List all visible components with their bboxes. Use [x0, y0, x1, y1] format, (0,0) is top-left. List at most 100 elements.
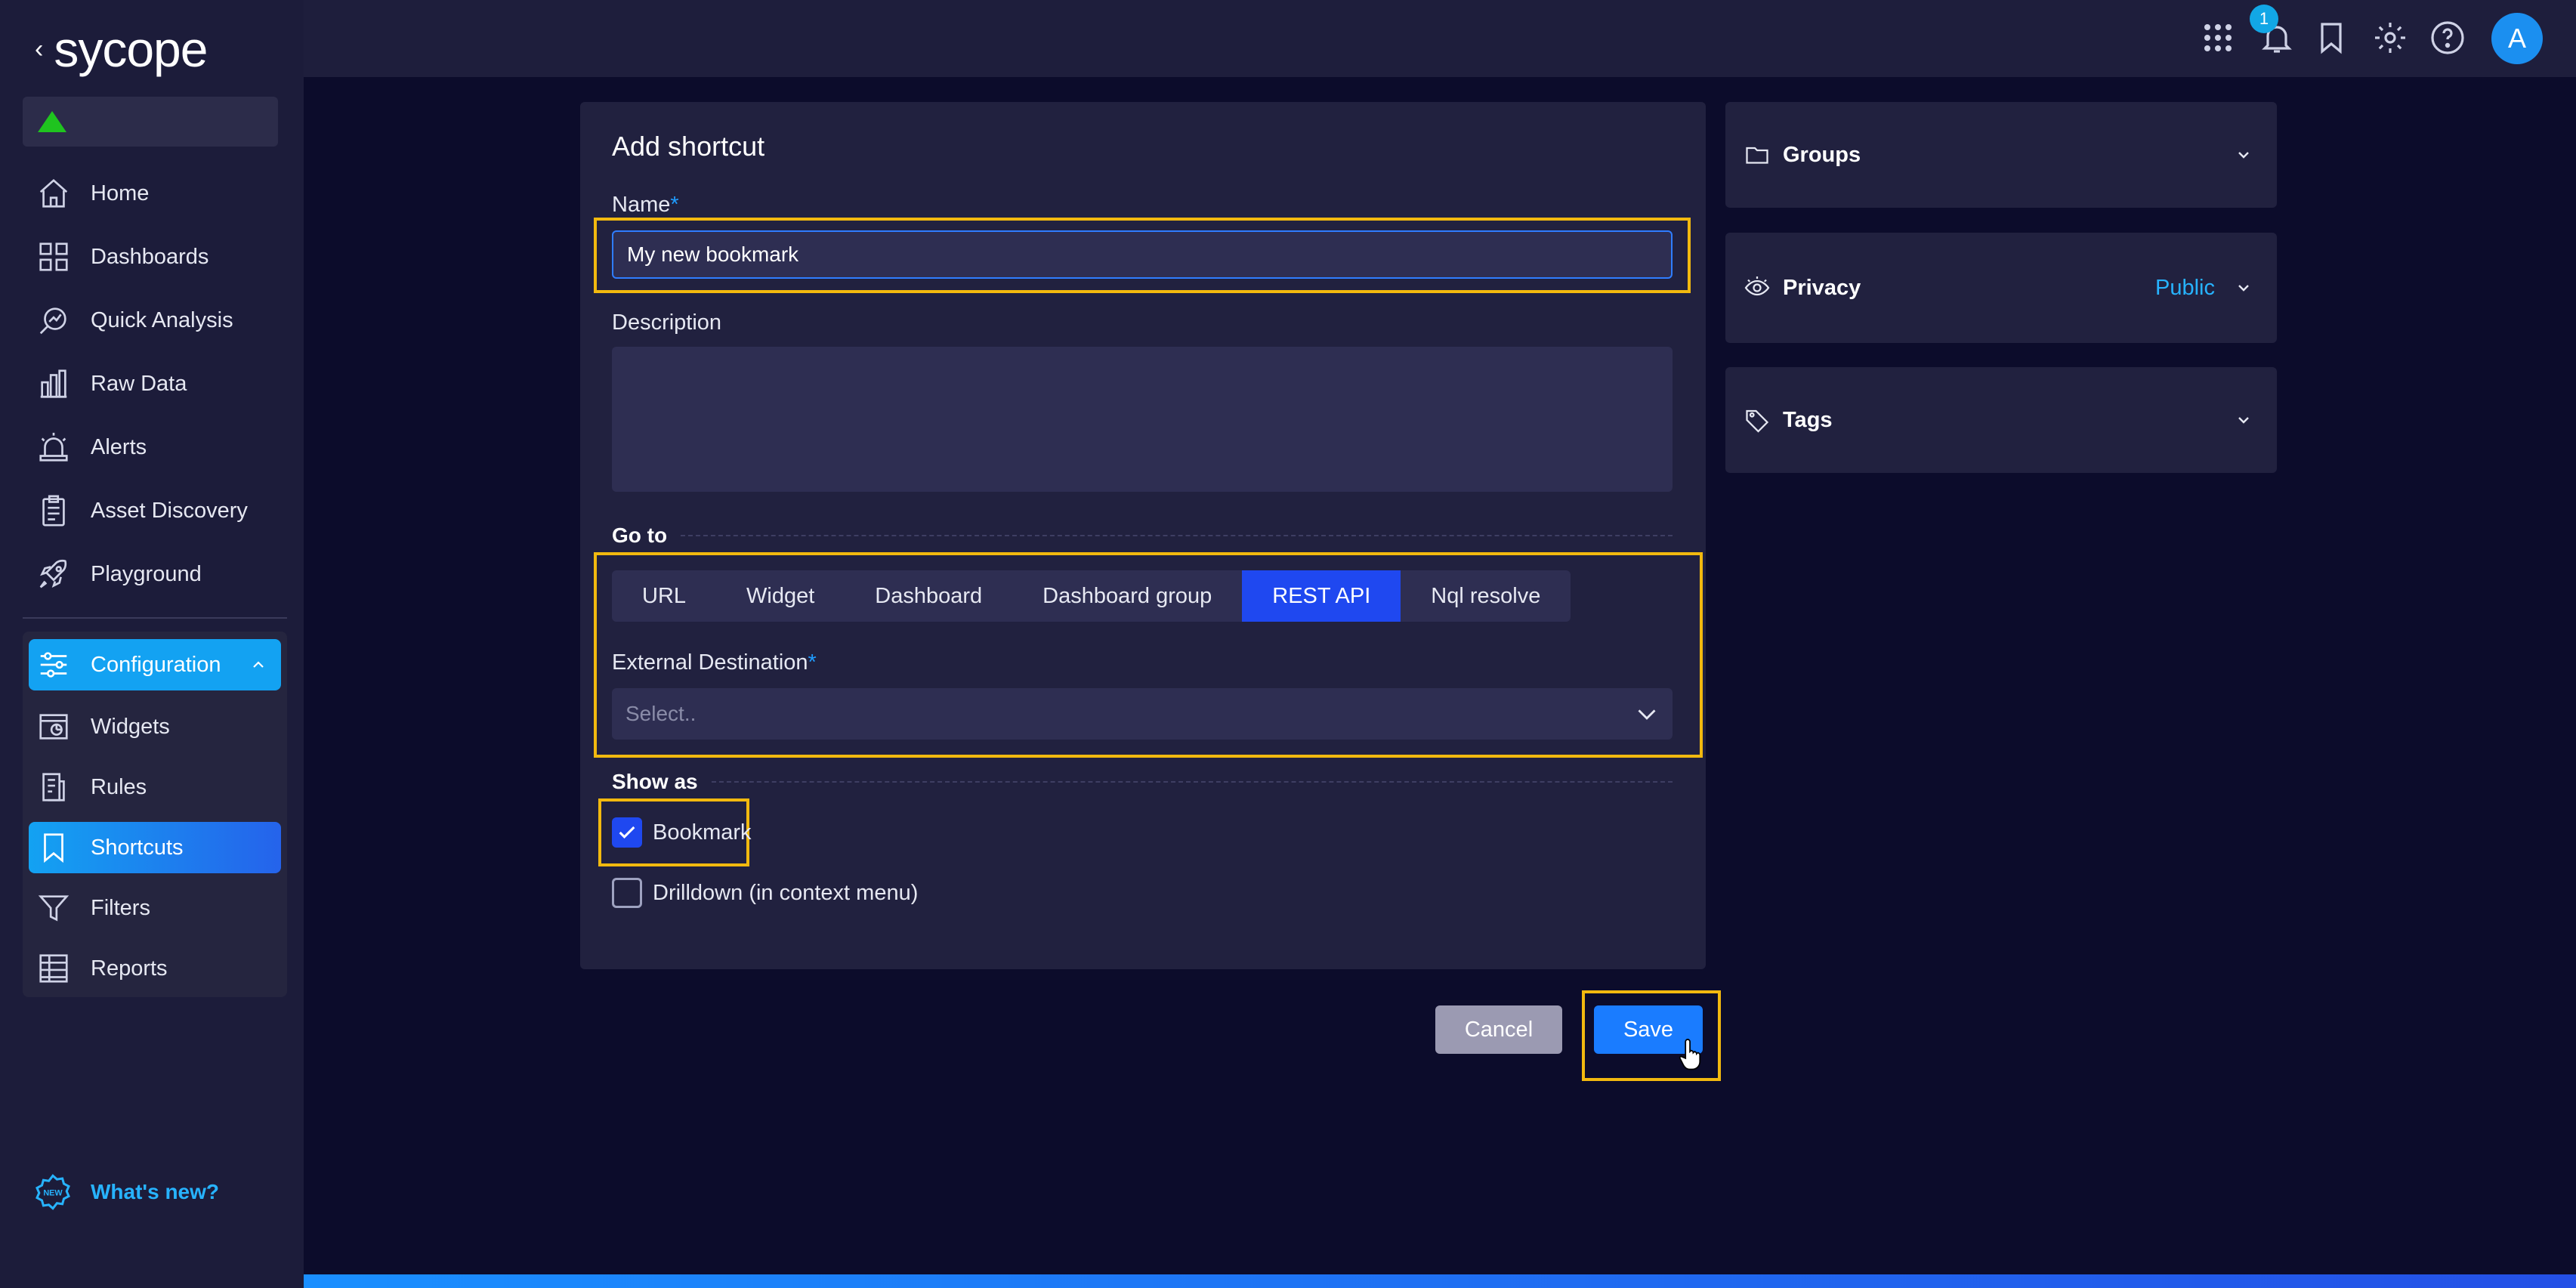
svg-text:NEW: NEW [43, 1188, 63, 1197]
bookmark-icon [44, 833, 63, 863]
name-input[interactable]: My new bookmark [612, 230, 1673, 279]
sidebar-item-dashboards[interactable]: Dashboards [23, 225, 287, 289]
groups-panel[interactable]: Groups [1725, 102, 2277, 208]
help-icon[interactable] [2429, 20, 2466, 56]
sycope-logo[interactable]: ‹ sycope [35, 21, 208, 77]
sidebar-item-label: Asset Discovery [91, 498, 248, 523]
sidebar-item-home[interactable]: Home [23, 162, 287, 225]
configuration-group: Configuration Widgets Rules Shortcuts Fi… [23, 632, 287, 997]
sidebar-item-quick-analysis[interactable]: Quick Analysis [23, 289, 287, 352]
section-divider [681, 535, 1673, 536]
drilldown-label: Drilldown (in context menu) [653, 880, 919, 905]
sidebar-item-label: Reports [91, 956, 168, 981]
external-destination-label: External Destination* [612, 650, 817, 675]
description-textarea[interactable] [612, 347, 1673, 492]
sidebar-item-label: Rules [91, 774, 147, 799]
goto-section-header: Go to [612, 520, 1673, 551]
tags-label: Tags [1783, 407, 1833, 432]
sidebar-item-label: Playground [91, 561, 202, 586]
tags-panel[interactable]: Tags [1725, 367, 2277, 473]
section-divider [711, 781, 1673, 783]
apps-grid-icon[interactable] [2200, 20, 2236, 56]
dashboards-icon [39, 242, 68, 271]
home-icon [39, 178, 68, 208]
show-as-label: Show as [612, 770, 698, 793]
sidebar-item-configuration[interactable]: Configuration [29, 639, 281, 690]
tab-widget[interactable]: Widget [716, 570, 845, 622]
bookmark-option[interactable]: Bookmark [612, 817, 752, 848]
chevron-down-icon [2238, 285, 2249, 292]
sidebar-item-label: Filters [91, 895, 150, 920]
sidebar-item-label: Home [91, 181, 150, 205]
reports-icon [39, 954, 68, 983]
sidebar-item-label: Quick Analysis [91, 307, 233, 332]
required-mark: * [808, 650, 817, 675]
new-badge-icon: NEW [36, 1174, 70, 1210]
privacy-value: Public [2155, 275, 2215, 300]
external-destination-label-text: External Destination [612, 650, 808, 675]
goto-tabs: URL Widget Dashboard Dashboard group RES… [612, 570, 1571, 622]
tab-nql-resolve[interactable]: Nql resolve [1401, 570, 1571, 622]
drilldown-option[interactable]: Drilldown (in context menu) [612, 878, 918, 908]
required-mark: * [670, 193, 679, 217]
page-title: Add shortcut [612, 131, 765, 162]
select-placeholder: Select.. [625, 702, 697, 725]
checkmark-icon [619, 826, 635, 839]
rocket-icon [39, 559, 67, 588]
alerts-icon [39, 432, 68, 462]
notification-badge: 1 [2250, 5, 2278, 33]
chevron-down-icon [2238, 152, 2249, 159]
sidebar-item-alerts[interactable]: Alerts [23, 415, 287, 479]
bookmark-checkbox[interactable] [612, 817, 642, 848]
sidebar-item-playground[interactable]: Playground [23, 542, 287, 606]
user-avatar[interactable]: A [2491, 13, 2543, 64]
sidebar-item-widgets[interactable]: Widgets [29, 701, 281, 752]
bottom-accent-bar [304, 1274, 2576, 1288]
show-as-section-header: Show as [612, 767, 1673, 797]
tab-dashboard-group[interactable]: Dashboard group [1012, 570, 1242, 622]
bookmark-icon[interactable] [2313, 20, 2349, 56]
system-status-bar[interactable] [23, 97, 278, 147]
sidebar-item-label: Shortcuts [91, 835, 184, 860]
sidebar-item-raw-data[interactable]: Raw Data [23, 352, 287, 415]
filter-icon [38, 895, 69, 922]
back-chevron-icon[interactable]: ‹ [35, 35, 43, 64]
chevron-up-icon[interactable] [249, 656, 267, 674]
cancel-button[interactable]: Cancel [1435, 1005, 1562, 1054]
rules-icon [42, 773, 65, 802]
logo-wordmark: sycope [54, 21, 208, 77]
name-label-text: Name [612, 193, 671, 217]
sidebar-item-label: Raw Data [91, 371, 187, 396]
hand-cursor-icon [1679, 1039, 1701, 1070]
widgets-icon [39, 714, 68, 740]
quick-analysis-icon [39, 307, 66, 335]
sidebar-item-rules[interactable]: Rules [29, 761, 281, 813]
groups-label: Groups [1783, 142, 1861, 167]
whats-new-label: What's new? [91, 1180, 219, 1203]
tab-dashboard[interactable]: Dashboard [845, 570, 1012, 622]
external-destination-select[interactable]: Select.. [612, 688, 1673, 740]
folder-icon [1746, 147, 1768, 164]
sidebar: ‹ sycope Home Dashboards Quick Analysis … [0, 0, 304, 1288]
raw-data-icon [40, 369, 67, 398]
status-up-icon [38, 111, 66, 132]
goto-label: Go to [612, 524, 668, 547]
sidebar-item-label: Alerts [91, 434, 147, 459]
sidebar-item-filters[interactable]: Filters [29, 882, 281, 934]
sidebar-item-label: Widgets [91, 714, 170, 739]
tab-rest-api[interactable]: REST API [1242, 570, 1401, 622]
sidebar-item-asset-discovery[interactable]: Asset Discovery [23, 479, 287, 542]
whats-new-link[interactable]: NEW What's new? [33, 1172, 219, 1212]
sidebar-item-label: Configuration [91, 652, 221, 677]
sidebar-item-label: Dashboards [91, 244, 209, 269]
main-nav: Home Dashboards Quick Analysis Raw Data … [23, 162, 287, 606]
sidebar-divider [23, 617, 287, 619]
tab-url[interactable]: URL [612, 570, 716, 622]
gear-icon[interactable] [2372, 20, 2408, 56]
privacy-panel[interactable]: Privacy Public [1725, 233, 2277, 343]
add-shortcut-form: Add shortcut Name* My new bookmark Descr… [580, 102, 1706, 969]
name-label: Name* [612, 193, 679, 218]
sidebar-item-reports[interactable]: Reports [29, 943, 281, 994]
drilldown-checkbox[interactable] [612, 878, 642, 908]
sidebar-item-shortcuts[interactable]: Shortcuts [29, 822, 281, 873]
